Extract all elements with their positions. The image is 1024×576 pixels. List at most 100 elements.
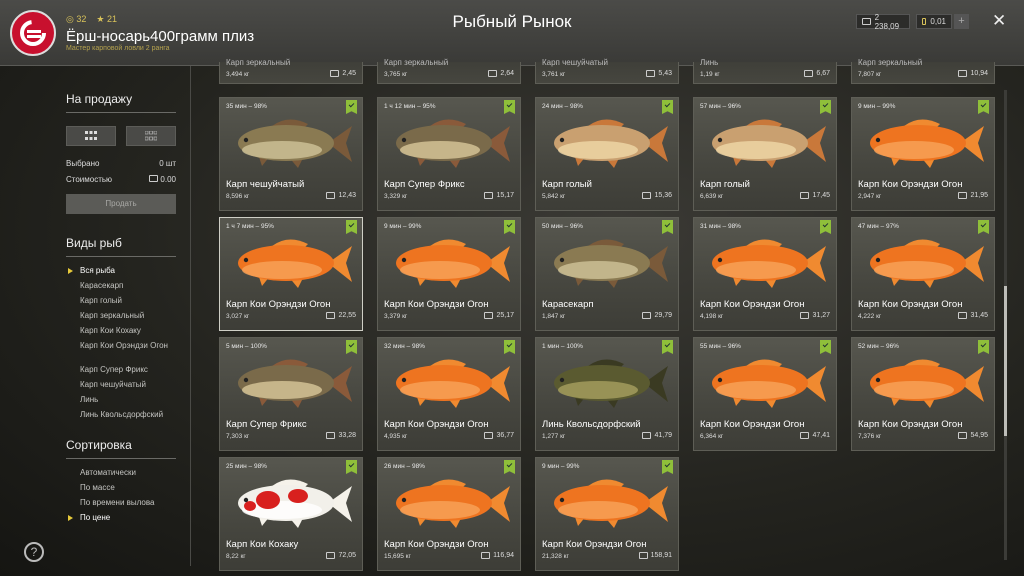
fish-card[interactable]: 26 мин – 98% Карп Кои Орэндзи Огон 15,69… bbox=[377, 457, 521, 571]
silver-icon bbox=[646, 70, 656, 77]
fish-weight: 1,277 кг bbox=[542, 433, 566, 440]
fish-price: 47,41 bbox=[800, 432, 830, 439]
fish-card[interactable]: 57 мин – 96% Карп голый 6,639 кг 17,45 bbox=[693, 97, 837, 211]
fish-price: 158,91 bbox=[638, 552, 672, 559]
fish-weight: 7,807 кг bbox=[858, 71, 882, 78]
fish-image bbox=[238, 119, 352, 168]
fish-weight: 3,494 кг bbox=[226, 71, 250, 78]
fish-price: 17,45 bbox=[800, 192, 830, 199]
fish-card[interactable]: 25 мин – 98% Карп Кои Кохаку 8,22 кг 72,… bbox=[219, 457, 363, 571]
sort-title: Сортировка bbox=[66, 438, 132, 452]
sort-by-price[interactable]: По цене bbox=[68, 513, 180, 523]
fish-price: 33,28 bbox=[326, 432, 356, 439]
selected-bullet-icon bbox=[68, 515, 73, 521]
sidebar-divider bbox=[190, 66, 191, 566]
fish-card-partial[interactable]: Линь 1,19 кг 6,67 bbox=[693, 58, 837, 84]
grid-large-icon bbox=[85, 131, 97, 140]
fish-card[interactable]: 32 мин – 98% Карп Кои Орэндзи Огон 4,935… bbox=[377, 337, 521, 451]
sort-auto[interactable]: Автоматически bbox=[80, 468, 180, 478]
catch-time-quality: 25 мин – 98% bbox=[226, 463, 267, 470]
fish-name: Карп голый bbox=[700, 179, 750, 190]
filter-koi-kohaku[interactable]: Карп Кои Кохаку bbox=[80, 326, 180, 336]
filter-all-fish[interactable]: Вся рыба bbox=[68, 266, 180, 276]
fish-weight: 8,22 кг bbox=[226, 553, 246, 560]
grid-view-large-button[interactable] bbox=[66, 126, 116, 146]
fish-price: 116,94 bbox=[481, 552, 514, 559]
catch-time-quality: 5 мин – 100% bbox=[226, 343, 267, 350]
catch-time-quality: 57 мин – 96% bbox=[700, 103, 741, 110]
fish-name: Карп Кои Орэндзи Огон bbox=[384, 419, 489, 430]
help-button[interactable]: ? bbox=[24, 542, 44, 562]
grid-view-small-button[interactable] bbox=[126, 126, 176, 146]
fish-card-partial[interactable]: Карп чешуйчатый 3,761 кг 5,43 bbox=[535, 58, 679, 84]
fish-name: Карп голый bbox=[542, 179, 592, 190]
fish-card[interactable]: 9 мин – 99% Карп Кои Орэндзи Огон 21,328… bbox=[535, 457, 679, 571]
filter-karasekarp[interactable]: Карасекарп bbox=[80, 281, 180, 291]
fish-weight: 6,639 кг bbox=[700, 193, 724, 200]
grid-scrollbar[interactable] bbox=[1004, 90, 1007, 560]
fish-card[interactable]: 35 мин – 98% Карп чешуйчатый 8,596 кг 12… bbox=[219, 97, 363, 211]
player-title: Мастер карповой ловли 2 ранга bbox=[66, 45, 170, 52]
filter-naked-carp[interactable]: Карп голый bbox=[80, 296, 180, 306]
fish-card[interactable]: 24 мин – 98% Карп голый 5,842 кг 15,36 bbox=[535, 97, 679, 211]
silver-icon bbox=[642, 192, 652, 199]
catch-time-quality: 31 мин – 98% bbox=[700, 223, 741, 230]
sort-by-weight[interactable]: По массе bbox=[80, 483, 180, 493]
sort-by-catch-time[interactable]: По времени вылова bbox=[80, 498, 180, 508]
fish-image bbox=[870, 359, 984, 408]
scrollbar-thumb[interactable] bbox=[1004, 286, 1007, 436]
fish-price: 12,43 bbox=[326, 192, 356, 199]
silver-icon bbox=[642, 432, 652, 439]
fish-weight: 1,19 кг bbox=[700, 71, 720, 78]
fish-name: Карп Кои Орэндзи Огон bbox=[858, 299, 963, 310]
fish-card[interactable]: 5 мин – 100% Карп Супер Фрикс 7,303 кг 3… bbox=[219, 337, 363, 451]
fish-name: Карп Кои Орэндзи Огон bbox=[542, 539, 647, 550]
fish-weight: 4,222 кг bbox=[858, 313, 882, 320]
fish-weight: 7,303 кг bbox=[226, 433, 250, 440]
fish-card[interactable]: 55 мин – 96% Карп Кои Орэндзи Огон 6,364… bbox=[693, 337, 837, 451]
sell-button[interactable]: Продать bbox=[66, 194, 176, 214]
catch-time-quality: 55 мин – 96% bbox=[700, 343, 741, 350]
fish-card[interactable]: 1 мин – 100% Линь Квольсдорфский 1,277 к… bbox=[535, 337, 679, 451]
fish-name: Карп зеркальный bbox=[384, 58, 449, 67]
fish-price: 10,94 bbox=[958, 70, 988, 77]
filter-super-frix[interactable]: Карп Супер Фрикс bbox=[80, 365, 180, 375]
fish-card-partial[interactable]: Карп зеркальный 3,765 кг 2,64 bbox=[377, 58, 521, 84]
filter-tench[interactable]: Линь bbox=[80, 395, 180, 405]
filter-koi-orange-ogon[interactable]: Карп Кои Орэндзи Огон bbox=[80, 341, 180, 351]
fish-weight: 6,364 кг bbox=[700, 433, 724, 440]
fish-card[interactable]: 9 мин – 99% Карп Кои Орэндзи Огон 2,947 … bbox=[851, 97, 995, 211]
fish-image bbox=[396, 479, 510, 528]
selected-count: Выбрано 0 шт bbox=[66, 159, 176, 168]
silver-icon bbox=[638, 552, 648, 559]
fish-image bbox=[870, 119, 984, 168]
fish-card[interactable]: 50 мин – 96% Карасекарп 1,847 кг 29,79 bbox=[535, 217, 679, 331]
fish-image bbox=[238, 479, 352, 528]
close-button[interactable]: ✕ bbox=[992, 11, 1006, 31]
fish-card[interactable]: 52 мин – 96% Карп Кои Орэндзи Огон 7,376… bbox=[851, 337, 995, 451]
fish-card-partial[interactable]: Карп зеркальный 3,494 кг 2,45 bbox=[219, 58, 363, 84]
catch-time-quality: 9 мин – 99% bbox=[542, 463, 580, 470]
catch-time-quality: 35 мин – 98% bbox=[226, 103, 267, 110]
fish-name: Карп Кои Кохаку bbox=[226, 539, 299, 550]
fish-price: 21,95 bbox=[958, 192, 988, 199]
fish-card[interactable]: 1 ч 7 мин – 95% Карп Кои Орэндзи Огон 3,… bbox=[219, 217, 363, 331]
fish-name: Карп Кои Орэндзи Огон bbox=[858, 179, 963, 190]
fish-card-partial[interactable]: Карп зеркальный 7,807 кг 10,94 bbox=[851, 58, 995, 84]
fish-image bbox=[554, 239, 668, 288]
fish-card[interactable]: 31 мин – 98% Карп Кои Орэндзи Огон 4,198… bbox=[693, 217, 837, 331]
fish-price: 29,79 bbox=[642, 312, 672, 319]
fish-price: 15,36 bbox=[642, 192, 672, 199]
filter-scaly-carp[interactable]: Карп чешуйчатый bbox=[80, 380, 180, 390]
fish-card[interactable]: 47 мин – 97% Карп Кои Орэндзи Огон 4,222… bbox=[851, 217, 995, 331]
fish-name: Карп чешуйчатый bbox=[542, 58, 608, 67]
fish-card[interactable]: 1 ч 12 мин – 95% Карп Супер Фрикс 3,329 … bbox=[377, 97, 521, 211]
fish-card[interactable]: 9 мин – 99% Карп Кои Орэндзи Огон 3,379 … bbox=[377, 217, 521, 331]
grid-small-icon bbox=[145, 131, 157, 141]
add-currency-button[interactable]: + bbox=[954, 14, 969, 29]
fish-name: Карп Кои Орэндзи Огон bbox=[700, 419, 805, 430]
filter-mirror-carp[interactable]: Карп зеркальный bbox=[80, 311, 180, 321]
filter-kwolsdorf-tench[interactable]: Линь Квольсдорфский bbox=[80, 410, 180, 420]
silver-icon bbox=[958, 432, 968, 439]
divider bbox=[66, 256, 176, 257]
